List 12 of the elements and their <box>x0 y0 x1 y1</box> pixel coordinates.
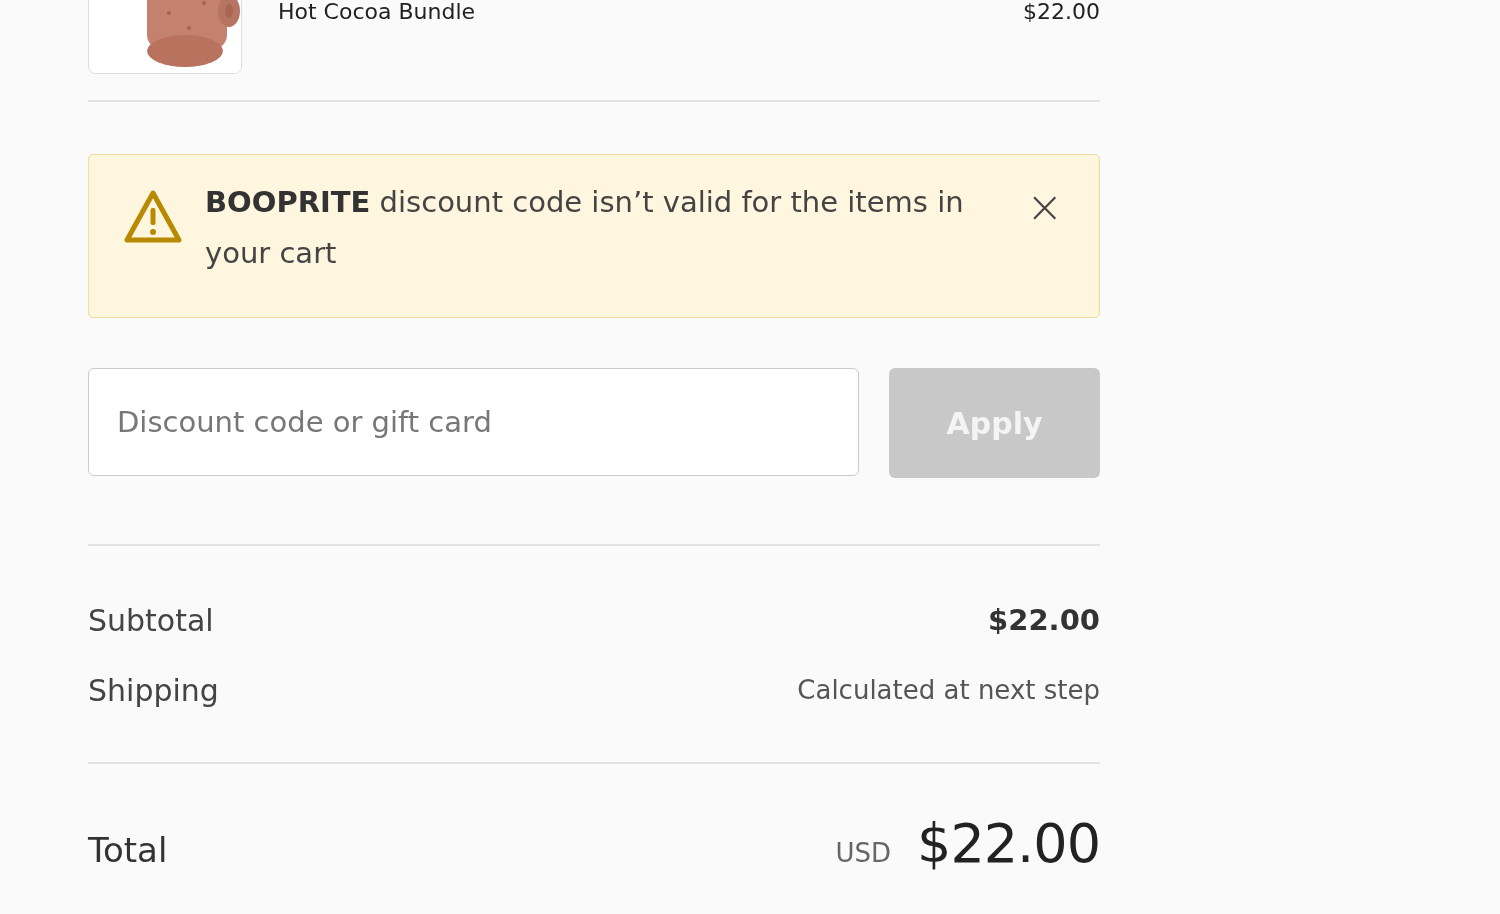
product-name: Hot Cocoa Bundle <box>278 0 477 25</box>
summary-value: $22.00 <box>988 603 1100 637</box>
close-button[interactable]: × <box>1020 189 1069 225</box>
total-label: Total <box>88 830 168 870</box>
summary-label: Shipping <box>88 672 219 708</box>
product-price: $22.00 <box>1023 0 1100 25</box>
summary-value: Calculated at next step <box>797 675 1100 705</box>
warning-icon <box>123 189 183 245</box>
summary-label: Subtotal <box>88 602 214 638</box>
total-amount: $22.00 <box>917 812 1100 875</box>
currency-code: USD <box>835 838 892 868</box>
warning-message: BOOPRITE discount code isn’t valid for the items in your cart <box>205 184 965 272</box>
